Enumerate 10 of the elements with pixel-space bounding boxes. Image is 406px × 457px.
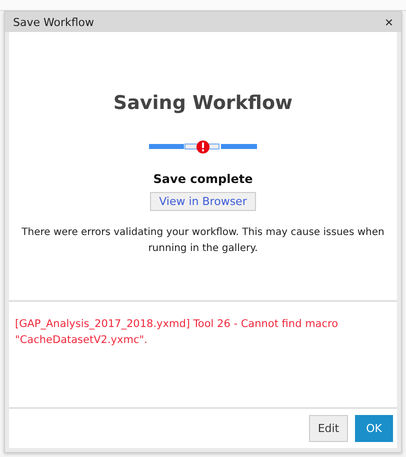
error-message: [GAP_Analysis_2017_2018.yxmd] Tool 26 - Cannot find macro "CacheDatasetV2.yxmc".	[15, 317, 340, 348]
progress-error-icon	[149, 140, 257, 154]
status-text: Save complete	[153, 172, 253, 186]
window-title: Save Workflow	[13, 16, 94, 28]
ok-button[interactable]: OK	[355, 415, 393, 442]
view-in-browser-button[interactable]: View in Browser	[150, 192, 256, 211]
validation-message: There were errors validating your workflow. This may cause issues when running in the gallery.	[20, 226, 386, 256]
close-button[interactable]: ×	[384, 15, 393, 29]
edit-button[interactable]: Edit	[308, 415, 348, 442]
dialog-heading: Saving Workflow	[113, 92, 293, 114]
